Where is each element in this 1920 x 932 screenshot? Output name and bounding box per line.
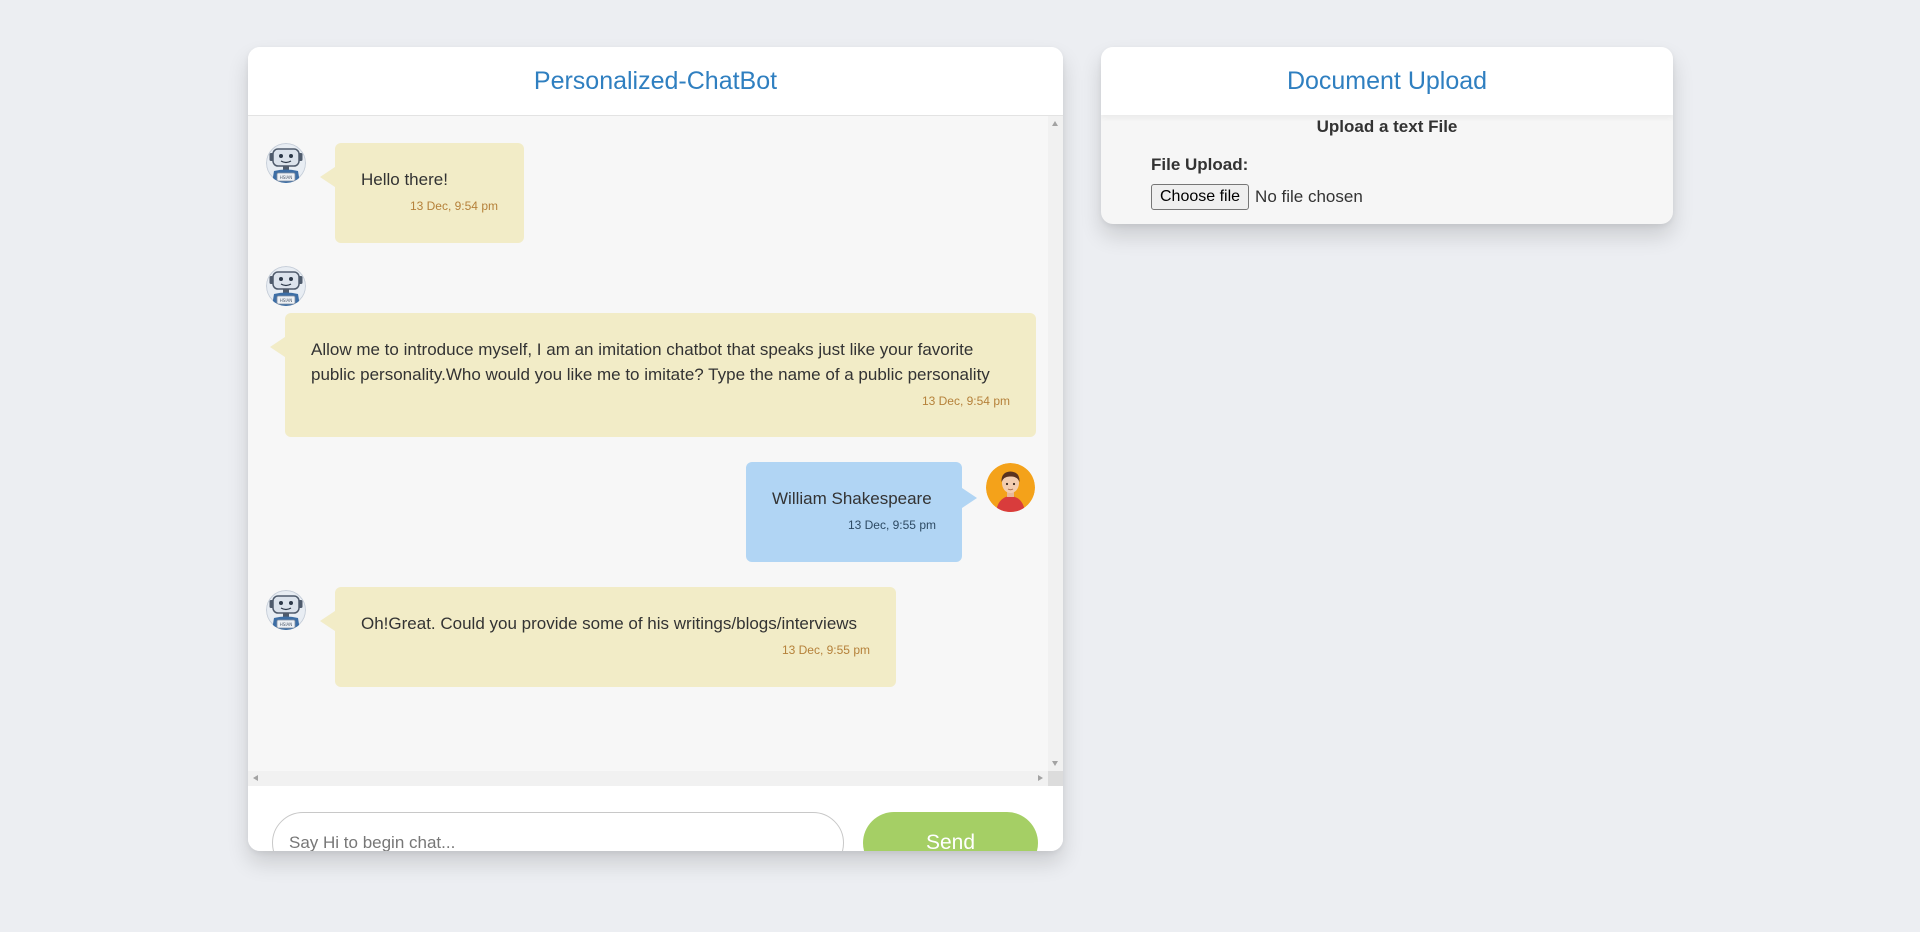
message-text: Hello there!	[361, 170, 448, 189]
choose-file-button[interactable]: Choose file	[1151, 184, 1250, 210]
message-time: 13 Dec, 9:55 pm	[847, 518, 936, 532]
robot-avatar-icon: HSIAN	[266, 590, 306, 630]
document-upload-panel: Document Upload Upload a text File File …	[1101, 47, 1673, 224]
message-time: 13 Dec, 9:55 pm	[781, 643, 870, 657]
user-avatar-icon	[986, 463, 1035, 512]
robot-avatar-icon: HSIAN	[266, 143, 306, 183]
chat-scroll-content: HSIAN Hello there! 13 Dec, 9:54 pm HSIAN…	[248, 116, 1048, 771]
vertical-scrollbar[interactable]	[1048, 116, 1063, 771]
message-time: 13 Dec, 9:54 pm	[921, 394, 1010, 408]
upload-title: Document Upload	[1286, 66, 1488, 95]
message-bubble-bot: Hello there! 13 Dec, 9:54 pm	[320, 143, 524, 243]
horizontal-scrollbar[interactable]	[248, 771, 1048, 786]
message-bubble-bot: Allow me to introduce myself, I am an im…	[270, 313, 1036, 437]
file-status-text: No file chosen	[1255, 187, 1363, 206]
chat-title: Personalized-ChatBot	[533, 66, 778, 95]
send-button[interactable]: Send	[863, 812, 1038, 851]
upload-header: Document Upload	[1101, 47, 1673, 115]
svg-text:HSIAN: HSIAN	[280, 298, 292, 303]
message-time: 13 Dec, 9:54 pm	[409, 199, 498, 213]
chat-input-bar: Send	[248, 786, 1063, 851]
message-text: William Shakespeare	[772, 489, 932, 508]
scroll-down-arrow-icon[interactable]	[1052, 761, 1058, 766]
chat-panel: Personalized-ChatBot HSIAN Hello there! …	[248, 47, 1063, 851]
scroll-left-arrow-icon[interactable]	[253, 775, 258, 781]
scroll-right-arrow-icon[interactable]	[1038, 775, 1043, 781]
robot-avatar-icon: HSIAN	[266, 266, 306, 306]
scroll-up-arrow-icon[interactable]	[1052, 121, 1058, 126]
file-input[interactable]: Choose file No file chosen	[1151, 184, 1363, 210]
file-upload-label: File Upload:	[1151, 155, 1249, 174]
message-bubble-bot: Oh!Great. Could you provide some of his …	[320, 587, 896, 687]
chat-messages-area[interactable]: HSIAN Hello there! 13 Dec, 9:54 pm HSIAN…	[248, 116, 1063, 786]
message-input[interactable]	[272, 812, 844, 851]
message-text: Oh!Great. Could you provide some of his …	[361, 614, 858, 633]
scrollbar-corner	[1048, 771, 1063, 786]
message-text: Allow me to introduce myself, I am an im…	[311, 340, 990, 384]
upload-subtitle: Upload a text File	[1316, 117, 1458, 136]
svg-text:HSIAN: HSIAN	[280, 175, 292, 180]
chat-header: Personalized-ChatBot	[248, 47, 1063, 116]
svg-text:HSIAN: HSIAN	[280, 622, 292, 627]
message-bubble-user: William Shakespeare 13 Dec, 9:55 pm	[746, 462, 977, 562]
